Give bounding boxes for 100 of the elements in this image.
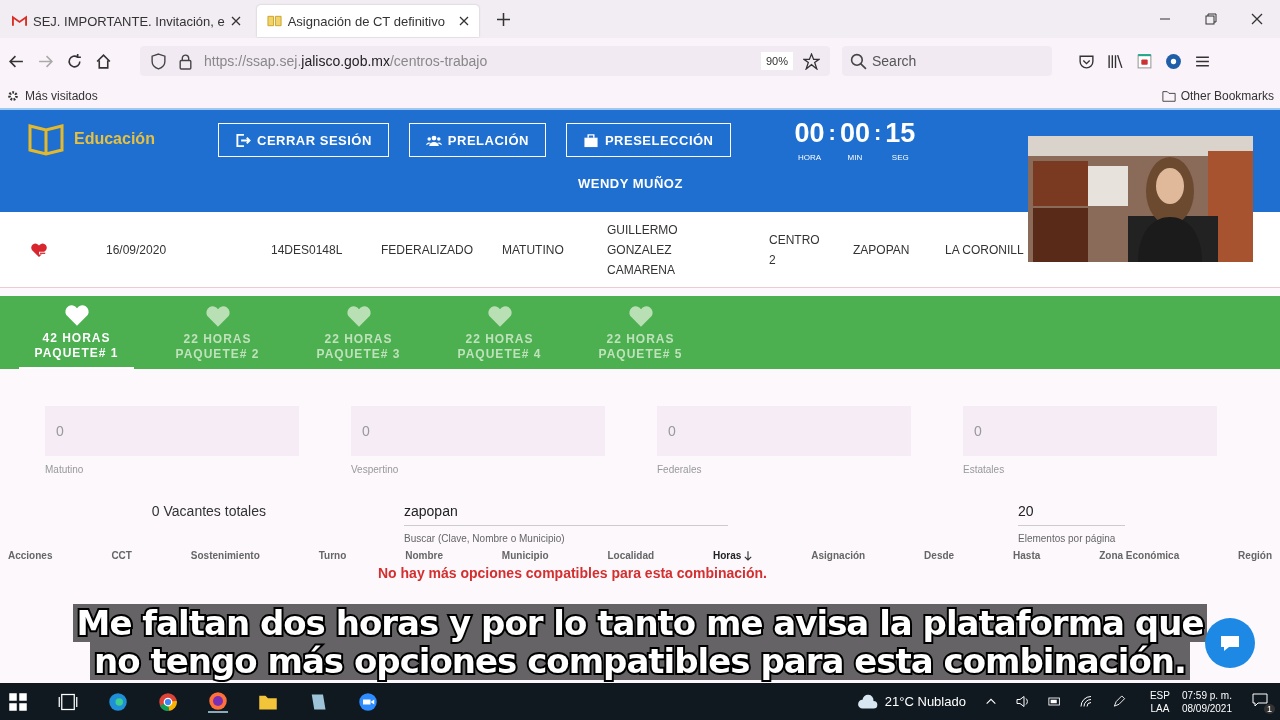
logout-icon (235, 132, 251, 148)
counter-label: Vespertino (351, 464, 400, 475)
shield-icon (150, 52, 167, 70)
bookmark-folder[interactable]: Other Bookmarks (1161, 89, 1274, 103)
windows-start-icon[interactable] (8, 691, 28, 712)
task-view-icon[interactable] (58, 691, 78, 712)
column-header[interactable]: Municipio (501, 550, 549, 561)
timer-value: 15 (885, 120, 916, 147)
briefcase-icon (582, 132, 599, 148)
extension-icon[interactable] (1165, 52, 1182, 70)
table-cell-text: 16/09/2020 (106, 242, 168, 257)
heart-icon (344, 303, 373, 328)
counter-field: 0 (45, 406, 299, 456)
pocket-icon[interactable] (1078, 52, 1095, 70)
heart-minus-icon[interactable] (30, 241, 48, 258)
mail-icon (12, 15, 27, 27)
timer-value: 00 (794, 120, 825, 147)
library-icon[interactable] (1107, 52, 1124, 70)
table-cell: LA CORONILL (945, 242, 1024, 257)
book-icon (266, 15, 282, 27)
weather-widget[interactable]: 21°C Nublado (856, 693, 966, 710)
heart-icon (485, 303, 514, 328)
brand-name: Educación (74, 130, 155, 148)
column-header[interactable]: Región (1238, 550, 1272, 561)
header-button[interactable]: PRELACIÓN (408, 123, 546, 157)
browser-tab[interactable]: SEJ. IMPORTANTE. Invitación, e (2, 5, 251, 37)
book-icon (28, 122, 64, 156)
column-header[interactable]: Horas (713, 550, 753, 561)
close-icon[interactable] (1251, 13, 1263, 25)
column-header[interactable]: Zona Económica (1099, 550, 1180, 561)
table-cell-text: 14DES0148L (271, 242, 344, 257)
field-hint: Buscar (Clave, Nombre o Municipio) (404, 533, 566, 544)
pen-icon[interactable] (1111, 695, 1126, 708)
counter-label: Matutino (45, 464, 85, 475)
new-tab-icon[interactable] (496, 12, 510, 26)
column-header[interactable]: Sostenimiento (190, 550, 260, 561)
browser-icon[interactable] (158, 691, 178, 712)
video-app-icon[interactable] (358, 691, 378, 712)
language-indicator[interactable]: ESP LAA (1149, 688, 1170, 715)
browser-icon[interactable] (108, 691, 128, 712)
gear-icon (6, 89, 20, 103)
address-bar[interactable]: https://ssap.sej.jalisco.gob.mx/centros-trabajo 90% (140, 46, 830, 76)
lock-icon (177, 52, 194, 70)
timer-separator: : (828, 120, 836, 147)
column-header[interactable]: Asignación (811, 550, 866, 561)
counter-field: 0 (351, 406, 605, 456)
table-cell-text: FEDERALIZADO (381, 242, 474, 257)
zoom-level[interactable]: 90% (760, 52, 793, 70)
search-field[interactable]: Search (842, 46, 1052, 76)
table-cell-text: ZAPOPAN (853, 242, 911, 257)
empty-message: No hay más opciones compatibles para esta combinación. (378, 565, 768, 581)
header-button[interactable]: CERRAR SESIÓN (218, 123, 389, 157)
vacancies-total: 0 Vacantes totales (150, 503, 266, 519)
sort-arrow-icon (744, 550, 753, 561)
table-cell-text: CENTRO 2 (769, 231, 821, 269)
user-name: WENDY MUÑOZ (578, 176, 684, 191)
home-icon[interactable] (95, 52, 112, 70)
counter-field: 0 (963, 406, 1217, 456)
header-button[interactable]: PRESELECCIÓN (565, 123, 731, 157)
timer-unit: HORA (797, 153, 822, 162)
column-header[interactable]: Desde (924, 550, 955, 561)
battery-icon[interactable] (1047, 695, 1062, 708)
clock[interactable]: 07:59 p. m. 08/09/2021 (1181, 688, 1232, 715)
url-text: https://ssap.sej.jalisco.gob.mx/centros-trabajo (204, 53, 488, 69)
bookmark-item[interactable]: Más visitados (6, 89, 98, 103)
search-icon (850, 53, 867, 70)
cloud-icon (856, 693, 879, 710)
restore-icon[interactable] (1205, 13, 1217, 25)
extension-icon[interactable] (1136, 52, 1153, 70)
close-icon[interactable] (458, 16, 469, 26)
browser-icon[interactable] (208, 690, 228, 713)
heart-icon (62, 302, 91, 327)
star-icon[interactable] (803, 52, 820, 70)
reload-icon[interactable] (66, 52, 83, 70)
per-page-input[interactable]: 20 (1018, 503, 1125, 526)
column-header[interactable]: Turno (318, 550, 347, 561)
wifi-icon[interactable] (1079, 695, 1094, 708)
timer-value: 00 (839, 120, 870, 147)
counter-label: Federales (657, 464, 703, 475)
search-input[interactable]: zapopan (404, 503, 728, 526)
browser-tab[interactable]: Asignación de CT definitivo (256, 5, 479, 37)
chat-button[interactable] (1205, 618, 1255, 668)
close-icon[interactable] (230, 16, 241, 26)
timer-separator: : (873, 120, 882, 147)
column-header[interactable]: Hasta (1013, 550, 1041, 561)
heart-icon (626, 303, 655, 328)
timer-unit: MIN (847, 153, 863, 162)
timer-unit: SEG (891, 153, 909, 162)
column-header[interactable]: Acciones (8, 550, 53, 561)
folder-icon (1161, 89, 1176, 103)
column-header[interactable]: Localidad (607, 550, 655, 561)
counter-field: 0 (657, 406, 911, 456)
field-hint: Elementos por página (1018, 533, 1117, 544)
table-cell-text: GUILLERMO GONZALEZ CAMARENA (607, 221, 679, 279)
column-header[interactable]: Nombre (405, 550, 443, 561)
table-cell-text: MATUTINO (502, 242, 565, 257)
volume-icon[interactable] (1015, 695, 1030, 708)
heart-icon (203, 303, 232, 328)
counter-label: Estatales (963, 464, 1006, 475)
column-header[interactable]: CCT (111, 550, 132, 561)
